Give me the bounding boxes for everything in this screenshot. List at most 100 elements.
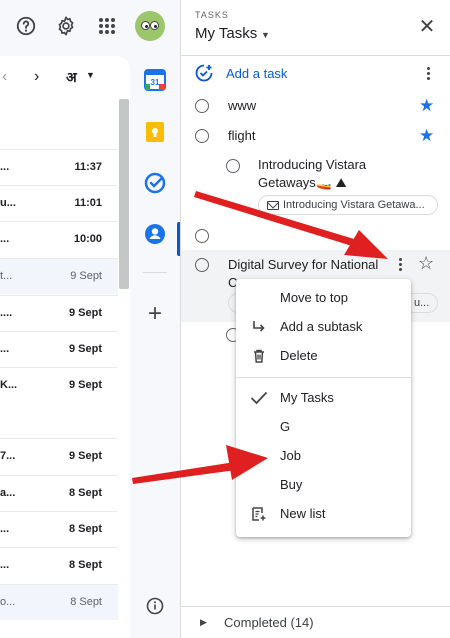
scrollbar[interactable] bbox=[119, 99, 129, 289]
mail-time: 8 Sept bbox=[68, 487, 102, 499]
subtask-arrow-icon bbox=[250, 318, 268, 336]
mail-snippet: .... bbox=[0, 307, 13, 319]
menu-item-list-job[interactable]: Job bbox=[236, 442, 411, 470]
mail-time: 9 Sept bbox=[68, 450, 102, 462]
mail-row[interactable]: .... 9 Sept bbox=[0, 295, 118, 331]
task-context-menu: Move to top Add a subtask Delete My Task… bbox=[236, 279, 411, 537]
mail-snippet: ... bbox=[0, 559, 10, 571]
info-icon[interactable] bbox=[143, 594, 167, 618]
task-item[interactable] bbox=[181, 226, 450, 246]
top-bar bbox=[0, 0, 180, 52]
add-addon-button[interactable]: + bbox=[143, 300, 167, 327]
next-page-button[interactable]: › bbox=[34, 68, 39, 86]
add-task-button[interactable]: Add a task bbox=[191, 64, 431, 84]
contacts-icon[interactable] bbox=[143, 222, 167, 246]
task-checkbox[interactable] bbox=[226, 159, 240, 173]
more-options-icon[interactable] bbox=[419, 64, 437, 82]
mail-row[interactable]: t... 9 Sept bbox=[0, 258, 118, 294]
email-link-label: Introducing Vistara Getawa... bbox=[283, 199, 425, 211]
task-list-selector[interactable]: My Tasks bbox=[195, 25, 257, 42]
mail-time: 9 Sept bbox=[68, 343, 102, 355]
mail-snippet: a... bbox=[0, 487, 16, 499]
menu-item-delete[interactable]: Delete bbox=[236, 342, 411, 370]
mail-time: 9 Sept bbox=[70, 270, 102, 282]
mail-snippet: t... bbox=[0, 270, 13, 282]
task-checkbox[interactable] bbox=[195, 229, 209, 243]
completed-label: Completed (14) bbox=[224, 615, 314, 630]
mail-row[interactable]: 7... 9 Sept bbox=[0, 438, 118, 474]
mail-snippet: u... bbox=[0, 197, 16, 209]
subtask-item[interactable]: Introducing Vistara Getaways🚤 ⛰ Introduc… bbox=[181, 156, 450, 220]
divider bbox=[181, 55, 450, 56]
menu-item-list-buy[interactable]: Buy bbox=[236, 471, 411, 499]
task-item[interactable]: flight ★ bbox=[181, 126, 450, 148]
help-circle-icon[interactable] bbox=[14, 14, 38, 38]
close-icon[interactable]: ✕ bbox=[417, 16, 437, 38]
task-title: flight bbox=[228, 128, 256, 143]
menu-item-new-list[interactable]: New list bbox=[236, 500, 411, 528]
gear-icon[interactable] bbox=[54, 14, 78, 38]
mail-time: 8 Sept bbox=[68, 523, 102, 535]
menu-item-move-to-top[interactable]: Move to top bbox=[236, 284, 411, 312]
apps-grid-icon[interactable] bbox=[95, 14, 119, 38]
mail-icon bbox=[267, 201, 279, 210]
mail-time: 8 Sept bbox=[70, 596, 102, 608]
task-title: Digital Survey for National bbox=[228, 257, 379, 272]
mail-row[interactable]: o... 8 Sept bbox=[0, 584, 118, 620]
mail-row[interactable]: a... 8 Sept bbox=[0, 475, 118, 511]
mail-snippet: 7... bbox=[0, 450, 16, 462]
add-task-icon bbox=[195, 64, 213, 87]
check-icon bbox=[250, 389, 268, 407]
menu-item-label: Delete bbox=[280, 348, 318, 363]
task-item[interactable]: www ★ bbox=[181, 96, 450, 118]
task-checkbox[interactable] bbox=[195, 129, 209, 143]
menu-item-label: My Tasks bbox=[280, 390, 334, 405]
menu-item-add-subtask[interactable]: Add a subtask bbox=[236, 313, 411, 341]
menu-item-label: New list bbox=[280, 506, 326, 521]
prev-page-button[interactable]: ‹ bbox=[2, 68, 7, 86]
menu-item-label: G bbox=[280, 419, 291, 434]
completed-section-toggle[interactable]: ▶ Completed (14) bbox=[181, 606, 450, 638]
menu-item-label: Buy bbox=[280, 477, 303, 492]
task-options-icon[interactable] bbox=[391, 255, 409, 273]
chevron-right-icon: ▶ bbox=[200, 617, 207, 627]
add-task-label: Add a task bbox=[226, 66, 288, 81]
new-list-icon bbox=[250, 505, 268, 523]
star-filled-icon[interactable]: ★ bbox=[419, 96, 434, 116]
star-filled-icon[interactable]: ★ bbox=[419, 126, 434, 146]
side-app-rail: 31 + bbox=[130, 56, 180, 638]
mail-row[interactable]: ... 10:00 bbox=[0, 221, 118, 257]
email-link-chip[interactable]: Introducing Vistara Getawa... bbox=[258, 195, 438, 215]
mail-snippet: ... bbox=[0, 233, 10, 245]
keep-icon[interactable] bbox=[143, 120, 167, 144]
mail-row[interactable]: ... 9 Sept bbox=[0, 331, 118, 367]
task-title: www bbox=[228, 98, 257, 113]
tasks-icon[interactable] bbox=[143, 171, 167, 195]
mail-row[interactable]: ... 8 Sept bbox=[0, 511, 118, 547]
star-outline-icon[interactable]: ☆ bbox=[418, 253, 434, 274]
calendar-date: 31 bbox=[151, 78, 160, 87]
mail-snippet: ... bbox=[0, 343, 10, 355]
task-checkbox[interactable] bbox=[195, 99, 209, 113]
mail-snippet: ... bbox=[0, 161, 10, 173]
mail-time: 9 Sept bbox=[68, 307, 102, 319]
mail-row[interactable]: ... 8 Sept bbox=[0, 547, 118, 583]
mail-row[interactable]: ... 11:37 bbox=[0, 149, 118, 185]
chevron-down-icon[interactable]: ▼ bbox=[86, 70, 95, 80]
menu-item-label: Move to top bbox=[280, 290, 348, 305]
mail-snippet: K... bbox=[0, 379, 18, 391]
calendar-icon[interactable]: 31 bbox=[143, 68, 167, 92]
mail-list-panel: ‹ › अ ▼ ... 11:37 u... 11:01... 10:00 t... 9 S… bbox=[0, 56, 130, 638]
task-checkbox[interactable] bbox=[195, 258, 209, 272]
mail-row[interactable]: K... 9 Sept bbox=[0, 367, 118, 437]
task-title-line2: Getaways🚤 ⛰ bbox=[258, 175, 347, 190]
menu-item-list-my-tasks[interactable]: My Tasks bbox=[236, 384, 411, 412]
mail-time: 9 Sept bbox=[68, 379, 102, 391]
mail-row[interactable]: u... 11:01 bbox=[0, 185, 118, 221]
input-language-button[interactable]: अ bbox=[66, 68, 77, 87]
chevron-down-icon[interactable]: ▼ bbox=[261, 30, 270, 40]
menu-item-list-g[interactable]: G bbox=[236, 413, 411, 441]
menu-item-label: Job bbox=[280, 448, 301, 463]
avatar[interactable] bbox=[135, 11, 165, 41]
divider bbox=[236, 377, 411, 378]
